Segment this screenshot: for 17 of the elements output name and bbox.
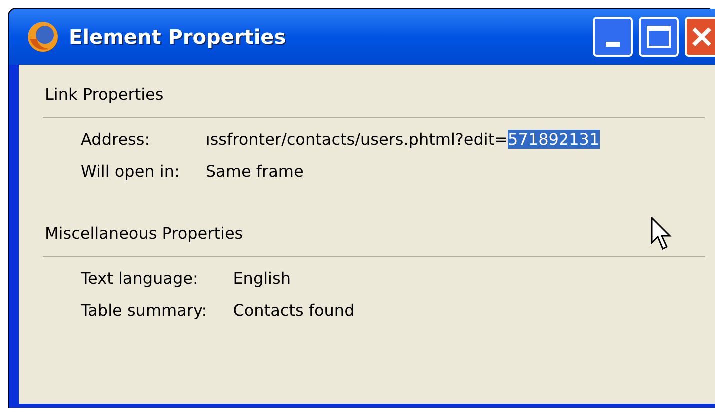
property-value: Contacts found (233, 300, 355, 322)
window-title: Element Properties (69, 24, 286, 51)
property-value: English (233, 268, 291, 290)
minimize-button[interactable] (593, 17, 633, 57)
property-label: Will open in: (81, 161, 180, 183)
section-heading: Link Properties (45, 84, 164, 106)
property-label: Table summary: (81, 300, 208, 322)
close-button[interactable] (685, 17, 715, 57)
section-heading: Miscellaneous Properties (45, 223, 244, 245)
property-label: Text language: (81, 268, 198, 290)
maximize-button[interactable] (639, 17, 679, 57)
mouse-pointer-icon (651, 217, 675, 253)
globe-icon (25, 19, 61, 55)
property-value: Same frame (206, 161, 304, 183)
close-icon (691, 26, 713, 48)
property-value: ıssfronter/contacts/users.phtml?edit=571892131 (206, 129, 600, 151)
property-label: Address: (81, 129, 150, 151)
